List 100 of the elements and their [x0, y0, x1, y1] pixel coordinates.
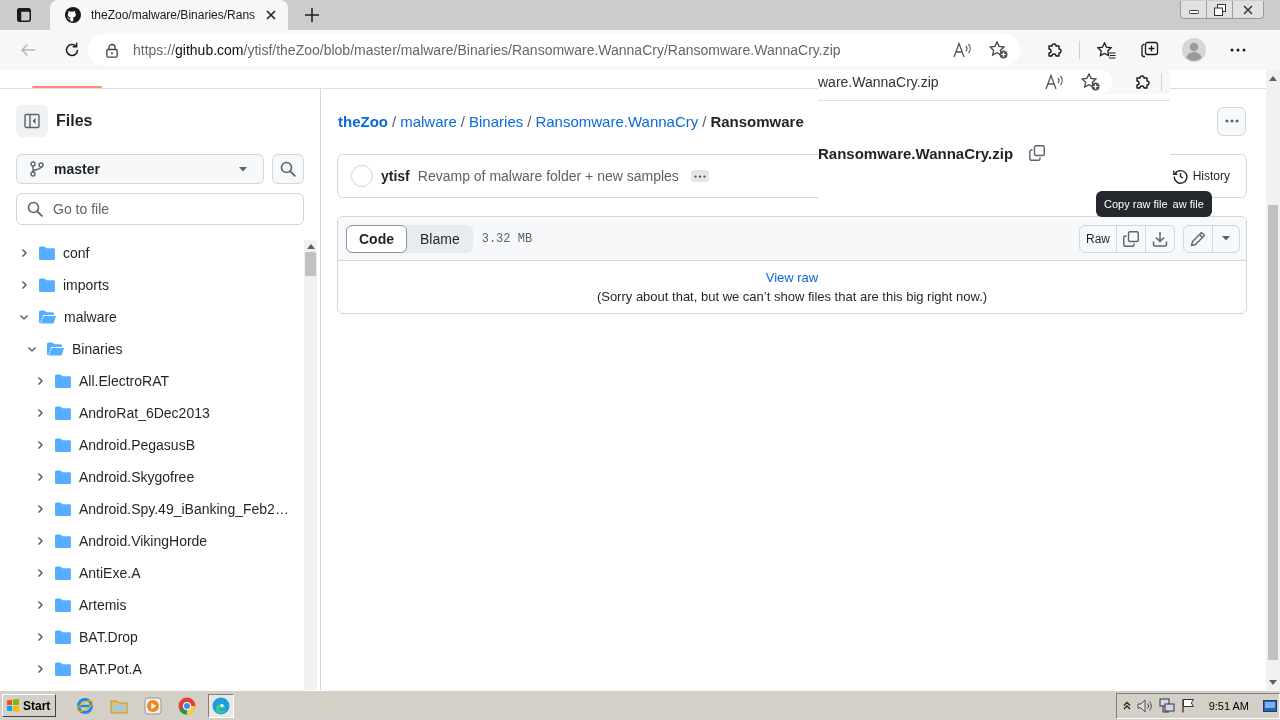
tree-item[interactable]: imports	[0, 269, 304, 301]
tree-item[interactable]: Artemis	[0, 589, 304, 621]
folder-icon	[55, 406, 71, 420]
copy-icon	[1123, 230, 1139, 247]
view-tab[interactable]: Code	[346, 224, 407, 253]
tree-item[interactable]: conf	[0, 237, 304, 269]
active-tab-underline	[32, 86, 102, 88]
add-favorite-icon	[989, 41, 1008, 59]
branch-selector[interactable]: master	[16, 154, 264, 184]
breadcrumb-link[interactable]: malware	[400, 112, 457, 130]
browser-tab[interactable]: theZoo/malware/Binaries/Rans	[50, 0, 288, 30]
open-folder-icon	[47, 342, 64, 356]
close-icon	[266, 10, 276, 20]
history-link[interactable]: History	[1172, 168, 1230, 184]
open-folder-icon	[39, 310, 56, 324]
commit-message[interactable]: Revamp of malware folder + new samples	[417, 168, 679, 184]
start-button[interactable]: Start	[2, 694, 57, 717]
scrollbar[interactable]	[304, 240, 317, 690]
tree-item[interactable]: AndroRat_6Dec2013	[0, 397, 304, 429]
arrow-left-icon	[20, 43, 36, 57]
tree-item[interactable]: Android.Skygofree	[0, 461, 304, 493]
plus-icon	[305, 8, 319, 22]
tree-item[interactable]: malware	[0, 301, 304, 333]
tree-item[interactable]: Android.PegasusB	[0, 429, 304, 461]
breadcrumb-separator: /	[460, 112, 466, 130]
collections-icon	[1141, 41, 1159, 59]
tree-item[interactable]: All.ElectroRAT	[0, 365, 304, 397]
taskbar-app-button[interactable]	[208, 693, 235, 718]
site-info-button[interactable]	[106, 42, 118, 58]
breadcrumb-link[interactable]: Ransomware.WannaCry	[535, 112, 699, 130]
edit-options-button[interactable]	[1212, 224, 1240, 253]
ellipsis-icon	[693, 174, 706, 178]
branch-icon	[30, 161, 44, 177]
refresh-icon	[64, 42, 80, 58]
play-icon	[144, 696, 163, 715]
download-button[interactable]	[1145, 224, 1175, 253]
four-pane-logo-icon	[6, 699, 20, 712]
restore-icon	[1213, 3, 1226, 16]
scroll-down-icon	[1269, 679, 1277, 685]
search-icon	[280, 161, 296, 177]
scroll-thumb[interactable]	[1268, 205, 1278, 660]
folder-icon	[55, 662, 71, 676]
file-title: Ransomware.WannaCry.zip	[818, 144, 1014, 162]
clock-icon	[1172, 168, 1188, 184]
view-tab[interactable]: Blame	[407, 224, 473, 253]
tree-item[interactable]: Android.Spy.49_iBanking_Feb2…	[0, 493, 304, 525]
breadcrumb-separator: /	[392, 112, 397, 130]
folder-icon	[55, 502, 71, 516]
folder-icon	[55, 534, 71, 548]
folder-icon	[39, 246, 55, 260]
breadcrumb-link[interactable]: Binaries	[469, 112, 524, 130]
extensions-icon	[1134, 73, 1152, 91]
folder-icon	[55, 374, 71, 388]
e-letter-icon	[76, 696, 95, 715]
sidebar-collapse-icon	[24, 113, 40, 129]
breadcrumb-separator: /	[702, 112, 707, 130]
network-button[interactable]	[1156, 695, 1177, 716]
tree-item[interactable]: BAT.Drop	[0, 621, 304, 653]
more-icon	[1230, 48, 1246, 52]
read-aloud-icon	[1045, 74, 1065, 90]
copy-raw-button[interactable]	[1116, 224, 1146, 253]
sidebar-toggle-button[interactable]	[16, 105, 48, 137]
breadcrumb-current: Ransomware	[710, 112, 804, 130]
folder-icon	[110, 697, 129, 714]
clock-text[interactable]: 9:51 AM	[1208, 699, 1249, 712]
cat-logo-icon	[65, 7, 81, 23]
go-to-file-field[interactable]: Go to file	[16, 193, 304, 225]
page-scrollbar[interactable]	[1266, 70, 1280, 690]
breadcrumb-link[interactable]: theZoo	[338, 112, 388, 130]
address-bar[interactable]: ware.WannaCry.zip	[818, 70, 1112, 94]
search-button[interactable]	[272, 154, 304, 184]
tab-actions-icon	[17, 8, 31, 22]
copy-icon	[1029, 145, 1046, 161]
notice-text: (Sorry about that, but we can’t show files that are this big right now.)	[596, 289, 988, 304]
commit-author[interactable]: ytisf	[381, 168, 410, 184]
tree-item[interactable]: Binaries	[0, 333, 304, 365]
scroll-thumb[interactable]	[305, 252, 316, 276]
read-aloud-icon	[953, 42, 973, 58]
folder-icon	[55, 598, 71, 612]
scroll-up-icon	[1269, 75, 1277, 81]
sidebar-title: Files	[56, 112, 93, 130]
tree-item[interactable]: AntiExe.A	[0, 557, 304, 589]
address-text[interactable]: ware.WannaCry.zip	[818, 74, 939, 90]
raw-button[interactable]: Raw	[1079, 224, 1117, 253]
caret-down-icon	[1222, 236, 1230, 241]
view-raw-link[interactable]: View raw	[765, 270, 819, 285]
more-icon	[1224, 119, 1239, 123]
folder-icon	[55, 566, 71, 580]
folder-icon	[55, 470, 71, 484]
folder-icon	[55, 630, 71, 644]
folder-icon	[55, 438, 71, 452]
expand-message-button[interactable]	[690, 170, 709, 182]
tree-item[interactable]: BAT.Pot.A	[0, 653, 304, 685]
tree-item[interactable]: Android.VikingHorde	[0, 525, 304, 557]
address-bar[interactable]: https://github.com/ytisf/theZoo/blob/master/malware/Binaries/Ransomware.WannaCry/Ransomware.WannaCry.zip	[88, 34, 1020, 66]
circle-logo-icon	[178, 696, 197, 715]
edit-button[interactable]	[1183, 224, 1213, 253]
network-icon	[1158, 697, 1175, 714]
favorites-icon	[1096, 41, 1116, 59]
folder-icon	[39, 278, 55, 292]
